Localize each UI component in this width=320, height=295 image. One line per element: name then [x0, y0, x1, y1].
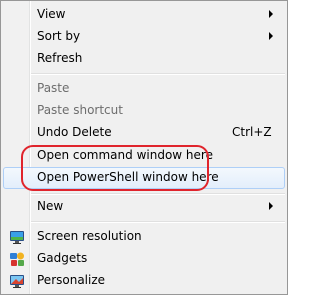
- menu-item-new[interactable]: New: [3, 196, 285, 218]
- menu-item-open-powershell-window[interactable]: Open PowerShell window here: [3, 167, 285, 189]
- menu-item-screen-resolution[interactable]: Screen resolution: [3, 226, 285, 248]
- menu-item-open-command-window[interactable]: Open command window here: [3, 145, 285, 167]
- personalize-icon: [9, 273, 25, 289]
- gadgets-icon: [9, 251, 25, 267]
- menu-item-gadgets[interactable]: Gadgets: [3, 248, 285, 270]
- menu-separator: [31, 73, 285, 75]
- menu-item-paste-shortcut[interactable]: Paste shortcut: [3, 100, 285, 122]
- menu-item-paste[interactable]: Paste: [3, 78, 285, 100]
- submenu-arrow-icon: [269, 10, 273, 18]
- monitor-icon: [9, 229, 25, 245]
- menu-item-undo-delete[interactable]: Undo Delete Ctrl+Z: [3, 122, 285, 144]
- submenu-arrow-icon: [269, 32, 273, 40]
- shortcut-text: Ctrl+Z: [232, 125, 272, 139]
- menu-item-view[interactable]: View: [3, 4, 285, 26]
- menu-item-personalize[interactable]: Personalize: [3, 270, 285, 292]
- menu-item-sort-by[interactable]: Sort by: [3, 26, 285, 48]
- menu-separator: [31, 221, 285, 223]
- context-menu: View Sort by Refresh Paste Paste shortcu…: [0, 0, 288, 295]
- submenu-arrow-icon: [269, 202, 273, 210]
- menu-item-refresh[interactable]: Refresh: [3, 48, 285, 70]
- menu-separator: [31, 193, 285, 195]
